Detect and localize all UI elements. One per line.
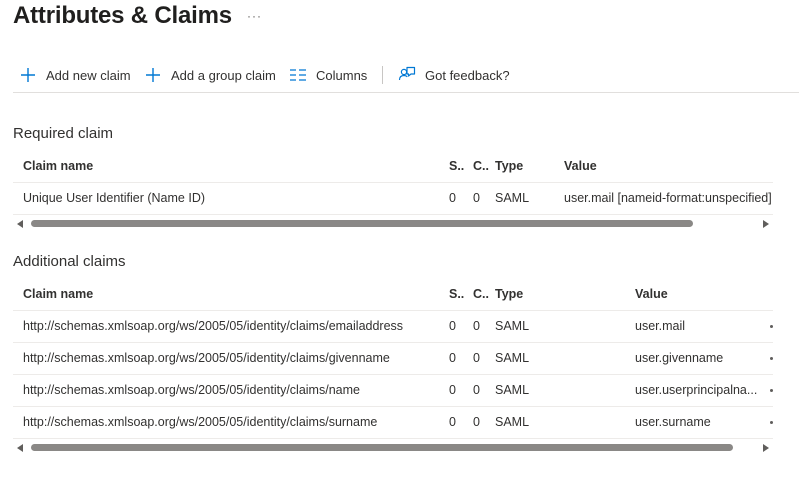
s-cell: 0 [449,415,456,429]
table-row[interactable]: http://schemas.xmlsoap.org/ws/2005/05/id… [13,343,773,375]
column-header-s[interactable]: S.. [449,151,464,182]
claim-name-cell: http://schemas.xmlsoap.org/ws/2005/05/id… [23,415,378,429]
c-cell: 0 [473,351,480,365]
s-cell: 0 [449,319,456,333]
additional-claims-grid: Claim name S.. C.. Type Value http://sch… [13,279,773,439]
claim-name-cell: http://schemas.xmlsoap.org/ws/2005/05/id… [23,351,390,365]
claim-name-cell: http://schemas.xmlsoap.org/ws/2005/05/id… [23,319,404,333]
required-claims-grid: Claim name S.. C.. Type Value Unique Use… [13,151,773,215]
c-cell: 0 [473,319,480,333]
add-new-claim-label: Add new claim [46,67,131,83]
columns-icon [289,66,307,84]
table-row[interactable]: http://schemas.xmlsoap.org/ws/2005/05/id… [13,311,773,343]
required-grid-horizontal-scrollbar[interactable] [13,217,773,229]
scroll-left-arrow-icon[interactable] [17,220,23,228]
add-group-claim-button[interactable]: Add a group claim [144,65,276,85]
column-header-claim-name[interactable]: Claim name [23,279,93,310]
column-header-s[interactable]: S.. [449,279,464,310]
row-more-icon[interactable] [770,421,773,424]
type-cell: SAML [495,191,530,205]
scroll-right-arrow-icon[interactable] [763,220,769,228]
type-cell: SAML [495,319,530,333]
scroll-left-arrow-icon[interactable] [17,444,23,452]
add-group-claim-label: Add a group claim [171,67,276,83]
command-bar: Add new claim Add a group claim Columns … [13,60,799,93]
column-header-c[interactable]: C.. [473,279,489,310]
scrollbar-thumb[interactable] [31,220,693,227]
value-cell: user.userprincipalna... [635,383,758,397]
type-cell: SAML [495,383,530,397]
column-header-value[interactable]: Value [564,151,597,182]
value-cell: user.givenname [635,351,724,365]
columns-label: Columns [316,67,368,83]
row-more-icon[interactable] [770,389,773,392]
column-header-value[interactable]: Value [635,279,668,310]
feedback-label: Got feedback? [425,67,510,83]
toolbar-divider [382,66,383,84]
table-row[interactable]: http://schemas.xmlsoap.org/ws/2005/05/id… [13,407,773,439]
column-header-c[interactable]: C.. [473,151,489,182]
grid-header-row: Claim name S.. C.. Type Value [13,279,773,311]
type-cell: SAML [495,351,530,365]
value-cell: user.surname [635,415,711,429]
column-header-type[interactable]: Type [495,151,523,182]
table-row[interactable]: http://schemas.xmlsoap.org/ws/2005/05/id… [13,375,773,407]
s-cell: 0 [449,383,456,397]
additional-claims-heading: Additional claims [13,253,126,270]
plus-icon [144,66,162,84]
s-cell: 0 [449,191,456,205]
more-options-button[interactable]: ··· [247,9,262,23]
feedback-button[interactable]: Got feedback? [398,65,510,85]
scroll-right-arrow-icon[interactable] [763,444,769,452]
plus-icon [19,66,37,84]
c-cell: 0 [473,191,480,205]
column-header-claim-name[interactable]: Claim name [23,151,93,182]
column-header-type[interactable]: Type [495,279,523,310]
c-cell: 0 [473,415,480,429]
feedback-icon [398,66,416,84]
claim-name-cell: Unique User Identifier (Name ID) [23,191,206,205]
type-cell: SAML [495,415,530,429]
columns-button[interactable]: Columns [289,65,367,85]
required-claim-heading: Required claim [13,125,114,142]
table-row[interactable]: Unique User Identifier (Name ID) 0 0 SAM… [13,183,773,215]
row-more-icon[interactable] [770,325,773,328]
additional-grid-horizontal-scrollbar[interactable] [13,441,773,453]
grid-header-row: Claim name S.. C.. Type Value [13,151,773,183]
c-cell: 0 [473,383,480,397]
row-more-icon[interactable] [770,357,773,360]
value-cell: user.mail [nameid-format:unspecified] [564,191,772,205]
value-cell: user.mail [635,319,686,333]
page-title: Attributes & Claims [13,2,232,29]
claim-name-cell: http://schemas.xmlsoap.org/ws/2005/05/id… [23,383,360,397]
s-cell: 0 [449,351,456,365]
scrollbar-thumb[interactable] [31,444,733,451]
add-new-claim-button[interactable]: Add new claim [19,65,131,85]
